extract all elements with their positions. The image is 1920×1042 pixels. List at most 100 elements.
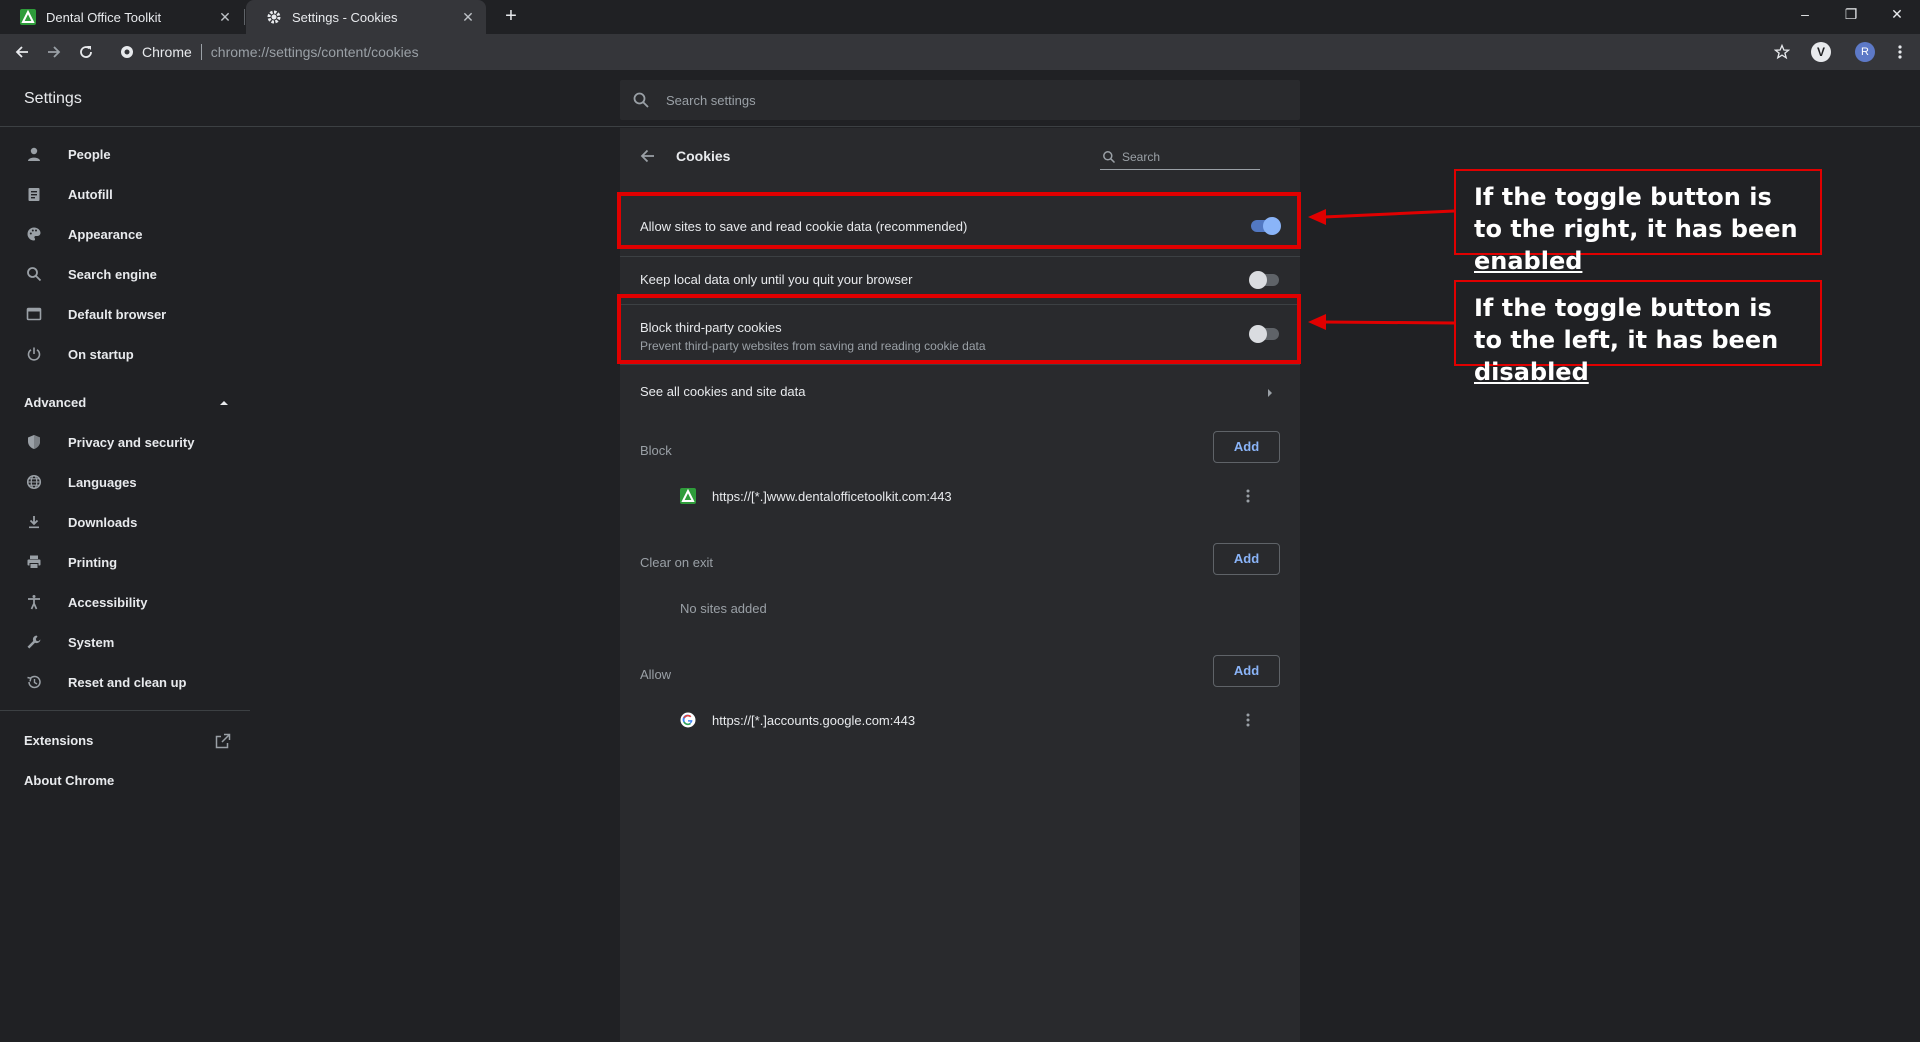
url-text: chrome://settings/content/cookies xyxy=(210,44,419,60)
chevron-right-icon xyxy=(1268,389,1272,397)
tab-divider xyxy=(244,9,245,25)
clipboard-icon xyxy=(24,184,44,204)
sidebar-item-printing[interactable]: Printing xyxy=(0,542,250,582)
person-icon xyxy=(24,144,44,164)
dental-office-toolkit-favicon xyxy=(680,488,696,504)
more-actions-button[interactable] xyxy=(1240,710,1256,730)
highlight-box-disabled xyxy=(617,294,1301,364)
sidebar-divider xyxy=(0,710,250,711)
back-arrow-icon[interactable] xyxy=(638,146,658,166)
open-in-new-icon[interactable] xyxy=(214,732,232,750)
tab-settings-cookies[interactable]: Settings - Cookies ✕ xyxy=(246,0,486,34)
more-actions-button[interactable] xyxy=(1240,486,1256,506)
site-chip[interactable]: Chrome xyxy=(110,44,192,60)
site-url: https://[*.]www.dentalofficetoolkit.com:… xyxy=(712,488,952,504)
power-icon xyxy=(24,344,44,364)
tab-dental-office-toolkit[interactable]: Dental Office Toolkit ✕ xyxy=(0,0,243,34)
omnibox-divider xyxy=(200,44,202,60)
printer-icon xyxy=(24,552,44,572)
search-settings-input[interactable]: Search settings xyxy=(620,80,1300,120)
arrow-to-disabled-toggle xyxy=(1323,320,1455,325)
see-all-cookies-row[interactable]: See all cookies and site data xyxy=(640,364,1280,420)
sidebar-item-extensions[interactable]: Extensions xyxy=(24,733,93,748)
allow-add-button[interactable]: Add xyxy=(1213,655,1280,687)
keep-local-data-label: Keep local data only until you quit your… xyxy=(640,272,913,287)
subpage-search-input[interactable]: Search xyxy=(1100,144,1260,170)
chevron-up-icon[interactable] xyxy=(218,399,230,407)
chrome-menu-button[interactable] xyxy=(1888,40,1912,64)
annotation-arrows xyxy=(1308,209,1455,330)
profile-avatar[interactable]: R xyxy=(1855,42,1875,62)
sidebar-item-reset-and-clean-up[interactable]: Reset and clean up xyxy=(0,662,250,702)
sidebar-item-people[interactable]: People xyxy=(0,134,250,174)
tab-label: Dental Office Toolkit xyxy=(46,9,162,25)
advanced-section-toggle[interactable]: Advanced xyxy=(24,395,86,410)
sidebar-item-label: Search engine xyxy=(68,266,157,282)
globe-icon xyxy=(24,472,44,492)
download-icon xyxy=(24,512,44,532)
close-tab-icon[interactable]: ✕ xyxy=(460,9,476,25)
cookies-settings-card: Cookies Search Allow sites to save and r… xyxy=(620,128,1300,1042)
tab-strip: Dental Office Toolkit ✕ Settings - Cooki… xyxy=(0,0,1920,34)
subpage-title: Cookies xyxy=(676,148,731,164)
close-window-icon[interactable]: ✕ xyxy=(1874,0,1920,30)
subpage-header: Cookies Search xyxy=(620,128,1300,184)
block-section-label: Block xyxy=(640,443,672,458)
keep-local-data-toggle[interactable] xyxy=(1249,270,1281,290)
callout-disabled-text: If the toggle button is to the left, it … xyxy=(1474,294,1779,354)
sidebar-item-label: System xyxy=(68,634,115,650)
browser-toolbar: Chrome chrome://settings/content/cookies… xyxy=(0,34,1920,70)
new-tab-button[interactable]: + xyxy=(500,6,522,28)
sidebar-item-on-startup[interactable]: On startup xyxy=(0,334,250,374)
sidebar-item-accessibility[interactable]: Accessibility xyxy=(0,582,250,622)
sidebar-item-search-engine[interactable]: Search engine xyxy=(0,254,250,294)
more-vert-icon xyxy=(1246,713,1250,727)
clear-on-exit-section-label: Clear on exit xyxy=(640,555,713,570)
allow-section-label: Allow xyxy=(640,667,672,682)
toggle-knob xyxy=(1249,271,1267,289)
sidebar-item-languages[interactable]: Languages xyxy=(0,462,250,502)
close-tab-icon[interactable]: ✕ xyxy=(217,9,233,25)
sidebar-item-label: Reset and clean up xyxy=(68,674,187,690)
history-icon xyxy=(24,672,44,692)
sidebar-item-system[interactable]: System xyxy=(0,622,250,662)
reload-button[interactable] xyxy=(74,40,98,64)
minimize-icon[interactable]: – xyxy=(1782,0,1828,30)
google-favicon xyxy=(680,712,696,728)
extension-v-icon[interactable]: V xyxy=(1811,42,1831,62)
sidebar-item-label: Default browser xyxy=(68,306,167,322)
block-add-button[interactable]: Add xyxy=(1213,431,1280,463)
sidebar-item-label: Downloads xyxy=(68,514,138,530)
arrowhead-disabled xyxy=(1308,314,1326,330)
address-bar[interactable]: Chrome chrome://settings/content/cookies xyxy=(110,38,1790,66)
arrowhead-enabled xyxy=(1308,209,1326,225)
callout-disabled-emphasis: disabled xyxy=(1474,358,1589,386)
sidebar-item-label: Autofill xyxy=(68,186,113,202)
search-icon xyxy=(633,92,649,108)
callout-disabled: If the toggle button is to the left, it … xyxy=(1454,280,1822,386)
palette-icon xyxy=(24,224,44,244)
clear-on-exit-add-button[interactable]: Add xyxy=(1213,543,1280,575)
settings-header: Settings Search settings xyxy=(0,70,1920,127)
back-button[interactable] xyxy=(10,40,34,64)
search-placeholder: Search settings xyxy=(666,92,756,108)
sidebar-item-label: Privacy and security xyxy=(68,434,195,450)
forward-button[interactable] xyxy=(42,40,66,64)
see-all-cookies-label: See all cookies and site data xyxy=(640,384,806,399)
sidebar-item-autofill[interactable]: Autofill xyxy=(0,174,250,214)
back-arrow-icon xyxy=(15,46,28,58)
browser-window-icon xyxy=(24,304,44,324)
sidebar-item-downloads[interactable]: Downloads xyxy=(0,502,250,542)
sidebar-item-about-chrome[interactable]: About Chrome xyxy=(24,773,114,788)
sidebar-item-privacy-and-security[interactable]: Privacy and security xyxy=(0,422,250,462)
arrow-to-enabled-toggle xyxy=(1323,209,1455,219)
sidebar-item-appearance[interactable]: Appearance xyxy=(0,214,250,254)
callout-enabled-text: If the toggle button is to the right, it… xyxy=(1474,183,1798,243)
more-vert-icon xyxy=(1246,489,1250,503)
bookmark-star-button[interactable] xyxy=(1770,40,1794,64)
gear-icon xyxy=(266,9,282,25)
restore-icon[interactable]: ❐ xyxy=(1828,0,1874,30)
highlight-box-enabled xyxy=(617,192,1301,249)
sidebar-item-label: Accessibility xyxy=(68,594,148,610)
sidebar-item-default-browser[interactable]: Default browser xyxy=(0,294,250,334)
